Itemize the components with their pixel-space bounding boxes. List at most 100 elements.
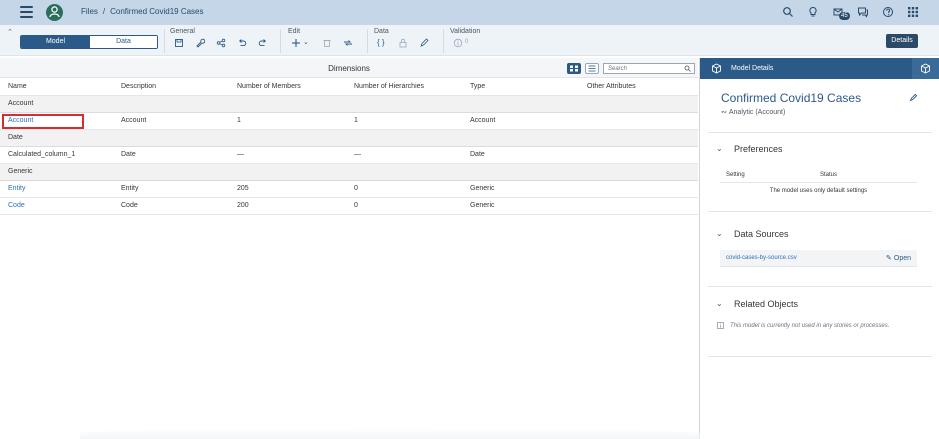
- column-header-description[interactable]: Description: [113, 79, 229, 96]
- open-data-source-button[interactable]: ✎ Open: [886, 254, 911, 262]
- info-icon[interactable]: [453, 38, 463, 48]
- table-row[interactable]: Code Code 200 0 Generic: [0, 197, 698, 215]
- dimension-name-link[interactable]: Account: [0, 112, 113, 130]
- table-header-row: Name Description Number of Members Numbe…: [0, 79, 698, 96]
- group-label: Generic: [0, 163, 698, 181]
- group-data-label: Data: [374, 28, 389, 35]
- table-row[interactable]: Entity Entity 205 0 Generic: [0, 180, 698, 198]
- preferences-table-header: Setting Status: [720, 169, 917, 183]
- data-source-file-name[interactable]: covid-cases-by-source.csv: [726, 255, 797, 261]
- column-header-name[interactable]: Name: [0, 79, 113, 96]
- column-header-members[interactable]: Number of Members: [229, 79, 346, 96]
- transfer-icon[interactable]: [343, 38, 353, 48]
- group-row-generic: Generic: [0, 163, 698, 181]
- dimension-name-link[interactable]: Entity: [0, 180, 113, 198]
- related-objects-title[interactable]: Related Objects: [734, 299, 798, 309]
- data-sources-chevron-icon[interactable]: ⌄: [716, 229, 723, 238]
- details-button[interactable]: Details: [886, 34, 918, 48]
- description-cell: Date: [113, 146, 229, 164]
- lock-icon[interactable]: [398, 38, 408, 48]
- status-column-header: Status: [820, 172, 838, 178]
- hamburger-menu-icon[interactable]: [20, 6, 33, 18]
- toolbar-divider: [164, 29, 165, 53]
- hierarchies-cell: 1: [346, 112, 462, 130]
- other-attributes-cell: [579, 180, 698, 198]
- column-header-other-attributes[interactable]: Other Attributes: [579, 79, 698, 96]
- search-icon[interactable]: [782, 6, 794, 18]
- share-icon[interactable]: [216, 38, 226, 48]
- cube-toggle-icon: [921, 63, 930, 74]
- redo-icon[interactable]: [258, 38, 268, 48]
- section-divider: [708, 211, 932, 212]
- grid-view-button[interactable]: [567, 63, 581, 74]
- save-icon[interactable]: [174, 38, 184, 48]
- breadcrumb-separator: /: [102, 7, 106, 16]
- section-divider: [708, 356, 932, 357]
- members-cell: 205: [229, 180, 346, 198]
- column-header-type[interactable]: Type: [462, 79, 579, 96]
- user-avatar[interactable]: [46, 4, 63, 21]
- mode-data-management-button[interactable]: Data Management: [90, 36, 157, 48]
- description-cell: Entity: [113, 180, 229, 198]
- group-label: Date: [0, 129, 698, 147]
- breadcrumb-files[interactable]: Files: [81, 7, 98, 16]
- related-objects-chevron-icon[interactable]: ⌄: [716, 299, 723, 308]
- section-divider: [708, 286, 932, 287]
- table-row[interactable]: Account Account 1 1 Account: [0, 112, 698, 130]
- wrench-icon[interactable]: [195, 38, 205, 48]
- edit-pencil-icon[interactable]: [419, 38, 429, 48]
- formula-icon[interactable]: { }: [377, 38, 385, 47]
- toolbar-divider: [443, 29, 444, 53]
- dimensions-header: Dimensions Search: [0, 58, 698, 78]
- lightbulb-icon[interactable]: [807, 6, 819, 18]
- info-icon: [717, 322, 724, 329]
- model-type-icon: ∾: [721, 109, 727, 116]
- members-cell: —: [229, 146, 346, 164]
- add-icon[interactable]: [291, 38, 301, 48]
- undo-icon[interactable]: [237, 38, 247, 48]
- group-validation-label: Validation: [450, 28, 481, 35]
- breadcrumb-current: Confirmed Covid19 Cases: [110, 7, 204, 16]
- group-row-date: Date: [0, 129, 698, 147]
- notification-badge: 45: [839, 12, 850, 20]
- search-field-icon[interactable]: [684, 65, 691, 72]
- column-header-hierarchies[interactable]: Number of Hierarchies: [346, 79, 462, 96]
- validation-count: 0: [465, 39, 469, 45]
- toolbar-divider: [280, 29, 281, 53]
- dimension-name-link[interactable]: Code: [0, 197, 113, 215]
- chat-icon[interactable]: [857, 6, 869, 18]
- add-dropdown-chevron-icon[interactable]: ⌄: [303, 38, 309, 46]
- members-cell: 200: [229, 197, 346, 215]
- model-details-panel: Model Details Confirmed Covid19 Cases ∾ A…: [699, 58, 939, 439]
- setting-column-header: Setting: [726, 172, 745, 178]
- dimensions-table: Name Description Number of Members Numbe…: [0, 79, 698, 215]
- delete-icon[interactable]: [322, 38, 332, 48]
- members-cell: 1: [229, 112, 346, 130]
- breadcrumb: Files / Confirmed Covid19 Cases: [81, 7, 204, 16]
- list-view-button[interactable]: [585, 63, 599, 74]
- data-sources-title[interactable]: Data Sources: [734, 229, 789, 239]
- group-row-account: Account: [0, 95, 698, 113]
- group-edit-label: Edit: [288, 28, 301, 35]
- app-grid-icon[interactable]: [907, 6, 919, 18]
- model-type-subtitle: ∾ Analytic (Account): [721, 108, 785, 116]
- table-row[interactable]: Calculated_column_1 Date — — Date: [0, 146, 698, 164]
- group-label: Account: [0, 95, 698, 113]
- search-input[interactable]: Search: [603, 63, 695, 74]
- help-icon[interactable]: [882, 6, 894, 18]
- open-label[interactable]: Open: [894, 255, 911, 262]
- preferences-chevron-icon[interactable]: ⌄: [716, 144, 723, 153]
- edit-model-icon[interactable]: [909, 93, 918, 102]
- model-cube-icon: [712, 63, 721, 74]
- panel-toggle-button[interactable]: [912, 58, 939, 79]
- description-cell: Code: [113, 197, 229, 215]
- preferences-title[interactable]: Preferences: [734, 144, 783, 154]
- description-cell: Account: [113, 112, 229, 130]
- section-divider: [708, 132, 932, 133]
- mode-model-button[interactable]: Model: [21, 36, 90, 48]
- list-view-icon: [588, 65, 596, 72]
- collapse-toolbar-icon[interactable]: ⌃: [7, 28, 13, 36]
- bottom-shadow: [80, 428, 700, 439]
- grid-view-icon: [570, 65, 578, 72]
- dimension-name-cell[interactable]: Calculated_column_1: [0, 146, 113, 164]
